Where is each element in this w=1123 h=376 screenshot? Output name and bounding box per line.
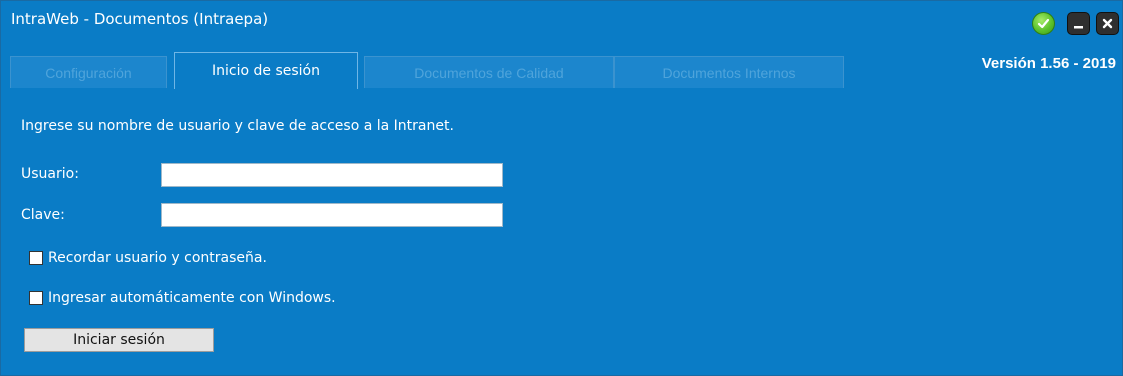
remember-checkbox[interactable]	[29, 251, 43, 265]
title-bar[interactable]: IntraWeb - Documentos (Intraepa)	[1, 1, 1122, 37]
tab-configuracion[interactable]: Configuración	[10, 56, 167, 88]
tab-inicio-de-sesion[interactable]: Inicio de sesión	[174, 52, 358, 89]
check-icon	[1037, 18, 1050, 29]
auto-login-checkbox-row[interactable]: Ingresar automáticamente con Windows.	[29, 290, 336, 306]
user-label: Usuario:	[21, 166, 79, 182]
login-instructions: Ingrese su nombre de usuario y clave de …	[21, 118, 454, 134]
minimize-button[interactable]	[1067, 12, 1090, 35]
close-icon	[1102, 18, 1113, 29]
tab-documentos-de-calidad[interactable]: Documentos de Calidad	[364, 56, 614, 88]
close-button[interactable]	[1096, 12, 1119, 35]
user-input[interactable]	[161, 163, 503, 187]
auto-login-label: Ingresar automáticamente con Windows.	[48, 290, 336, 306]
password-input[interactable]	[161, 203, 503, 227]
login-button[interactable]: Iniciar sesión	[24, 328, 214, 352]
confirm-button[interactable]	[1032, 12, 1055, 35]
password-label: Clave:	[21, 207, 65, 223]
intraweb-window: IntraWeb - Documentos (Intraepa) Versión…	[0, 0, 1123, 376]
auto-login-checkbox[interactable]	[29, 291, 43, 305]
version-label: Versión 1.56 - 2019	[981, 55, 1116, 72]
window-title: IntraWeb - Documentos (Intraepa)	[11, 10, 269, 28]
remember-label: Recordar usuario y contraseña.	[48, 250, 267, 266]
remember-checkbox-row[interactable]: Recordar usuario y contraseña.	[29, 250, 267, 266]
minimize-icon	[1074, 26, 1083, 29]
tab-documentos-internos[interactable]: Documentos Internos	[614, 56, 844, 88]
login-panel: Ingrese su nombre de usuario y clave de …	[21, 111, 1122, 375]
